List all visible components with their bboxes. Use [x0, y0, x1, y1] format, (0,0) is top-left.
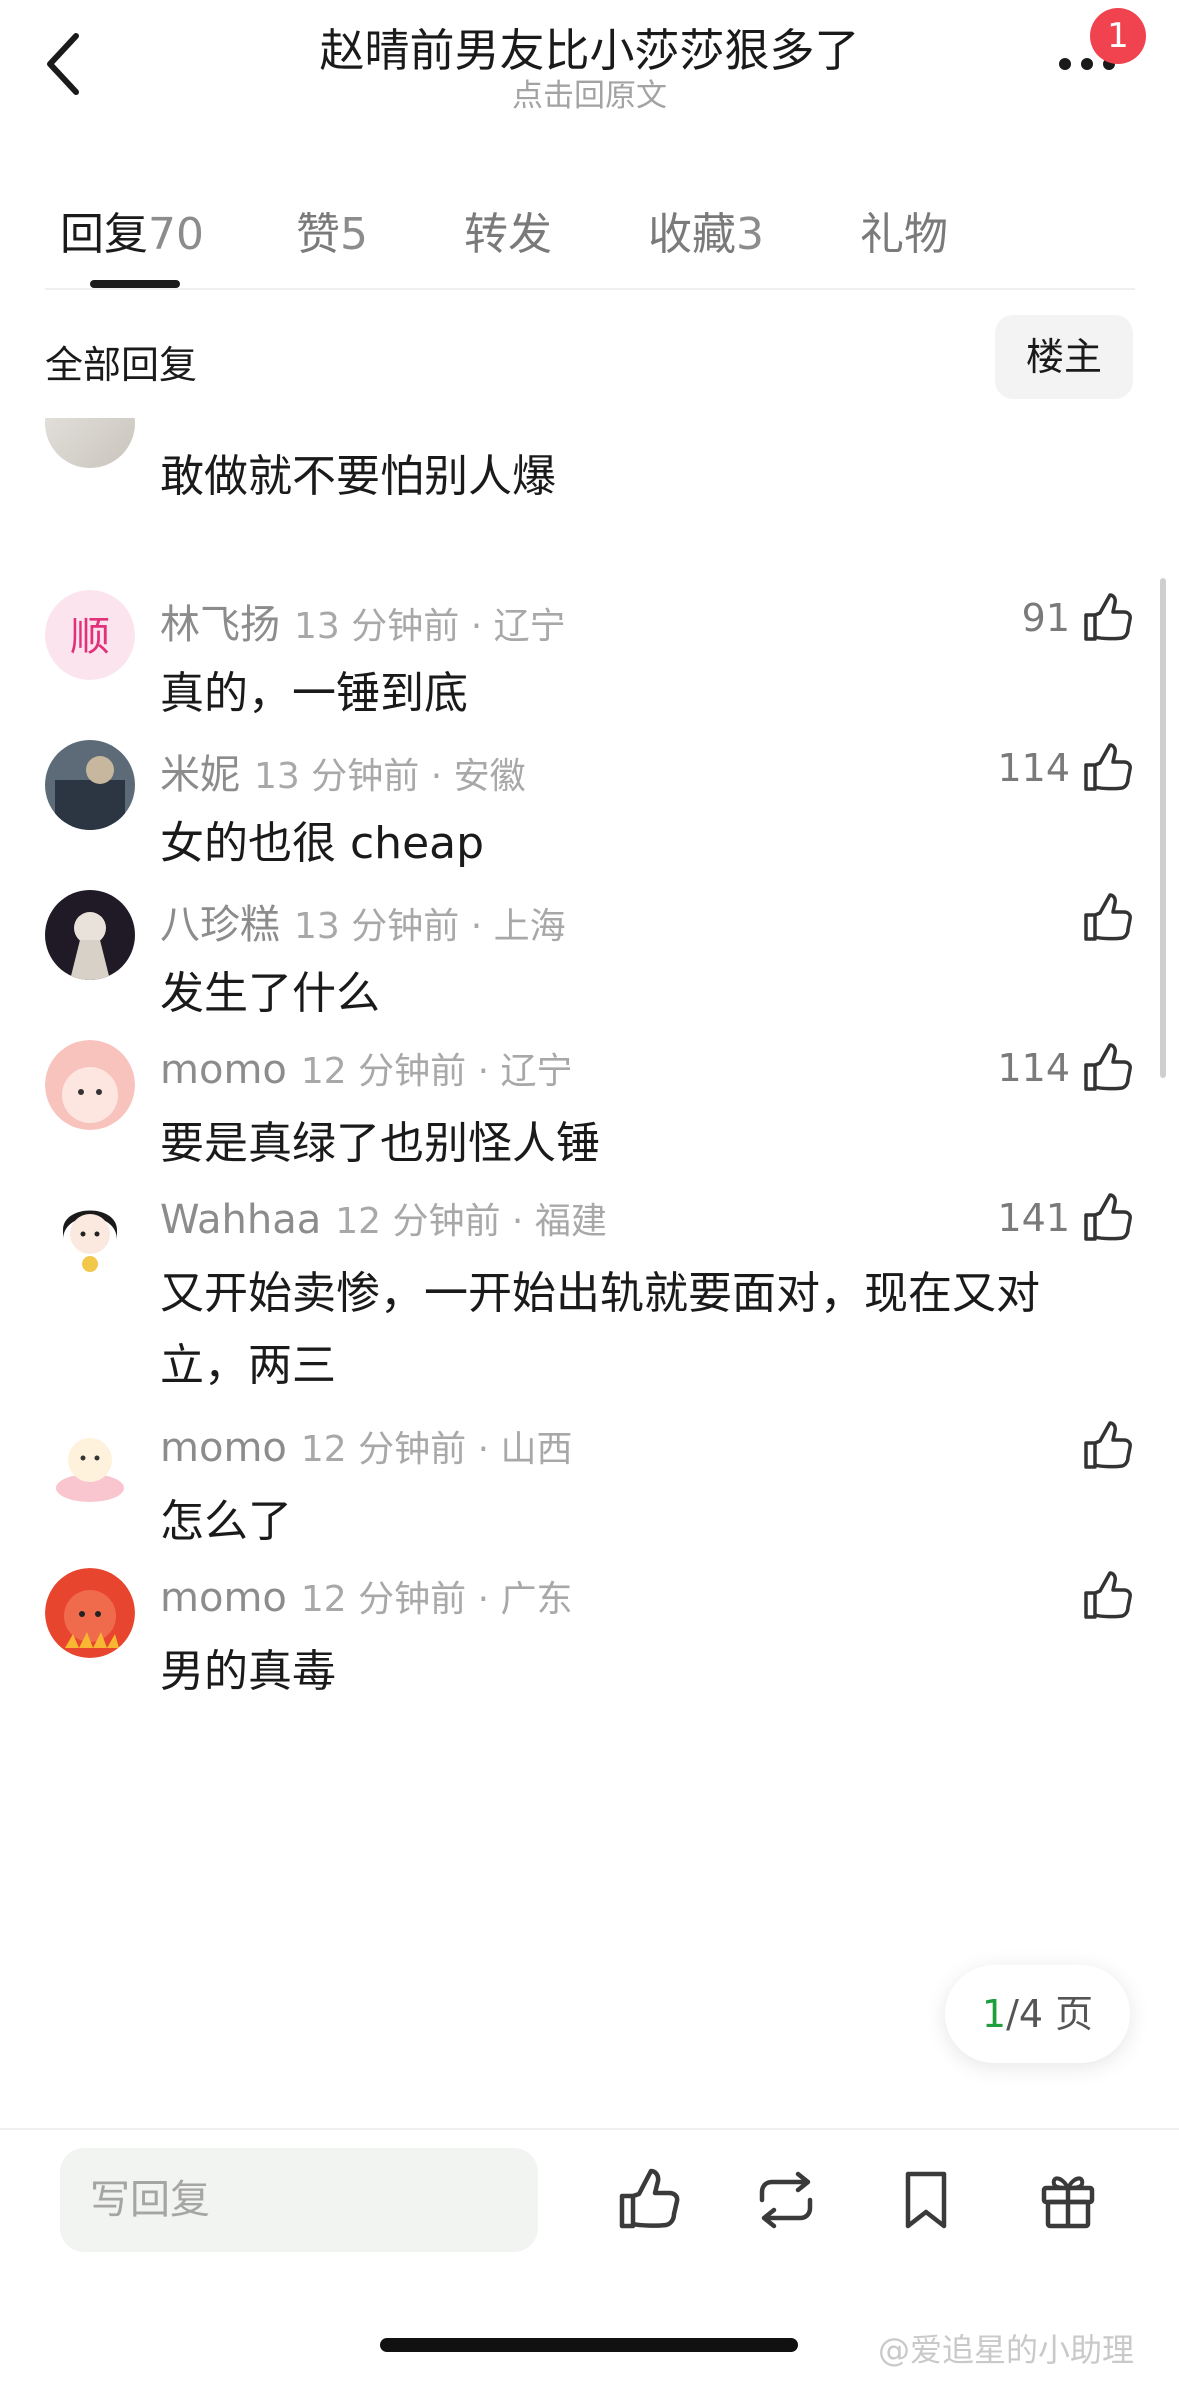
- avatar-image: 顺: [45, 590, 135, 680]
- tab-label: 赞: [296, 209, 340, 260]
- active-tab-indicator: [90, 280, 180, 288]
- like-button[interactable]: [1070, 1416, 1134, 1476]
- avatar[interactable]: [45, 740, 135, 830]
- timestamp-location: 12 分钟前 · 广东: [300, 1579, 573, 1620]
- thumbs-up-icon[interactable]: [614, 2166, 682, 2234]
- username[interactable]: momo: [160, 1575, 287, 1621]
- username[interactable]: 八珍糕: [160, 902, 280, 948]
- comment-content[interactable]: 男的真毒: [160, 1636, 1120, 1708]
- like-count: 114: [997, 746, 1070, 790]
- avatar[interactable]: [45, 1040, 135, 1130]
- divider: [45, 288, 1135, 290]
- like-button[interactable]: 114: [997, 738, 1134, 798]
- avatar[interactable]: [45, 890, 135, 980]
- author-only-filter-button[interactable]: 楼主: [995, 315, 1133, 399]
- comment-meta: 米妮 13 分钟前 · 安徽: [160, 742, 526, 800]
- watermark: @爱追星的小助理: [878, 2331, 1135, 2369]
- comment-content: 敢做就不要怕别人爆: [160, 451, 556, 502]
- thumbs-up-icon: [1084, 893, 1132, 941]
- like-count: 141: [997, 1196, 1070, 1240]
- tab-label: 回复: [60, 209, 148, 260]
- comment-content[interactable]: 又开始卖惨，一开始出轨就要面对，现在又对立，两三: [160, 1258, 1120, 1402]
- tab-likes[interactable]: 赞5: [296, 198, 368, 262]
- tab-replies[interactable]: 回复70: [60, 198, 204, 262]
- bookmark-icon[interactable]: [892, 2166, 960, 2234]
- notification-badge: 1: [1090, 8, 1146, 64]
- like-button[interactable]: 141: [997, 1188, 1134, 1248]
- thumbs-up-icon: [1084, 1193, 1132, 1241]
- tab-gifts[interactable]: 礼物: [860, 198, 948, 262]
- svg-text:顺: 顺: [70, 614, 110, 660]
- tab-label: 转发: [464, 209, 552, 260]
- tab-count: 3: [736, 209, 764, 260]
- comment-meta: momo 12 分钟前 · 山西: [160, 1420, 572, 1472]
- avatar-image: [45, 1040, 135, 1130]
- scrollbar-thumb[interactable]: [1160, 578, 1166, 1078]
- comment-meta: momo 12 分钟前 · 辽宁: [160, 1042, 572, 1094]
- thumbs-up-icon: [1084, 743, 1132, 791]
- timestamp-location: 13 分钟前 · 安徽: [254, 756, 526, 797]
- avatar[interactable]: [45, 1418, 135, 1508]
- gift-icon[interactable]: [1034, 2166, 1102, 2234]
- comment-content[interactable]: 女的也很 cheap: [160, 808, 1120, 880]
- thumbs-up-icon: [1084, 1571, 1132, 1619]
- like-count: 114: [997, 1046, 1070, 1090]
- username[interactable]: 米妮: [160, 752, 240, 798]
- like-button[interactable]: 91: [1022, 588, 1134, 648]
- comment-meta: momo 12 分钟前 · 广东: [160, 1570, 572, 1622]
- comment-content[interactable]: 怎么了: [160, 1486, 1120, 1558]
- timestamp-location: 12 分钟前 · 福建: [335, 1201, 607, 1242]
- avatar-image: [45, 1418, 135, 1508]
- post-tabs: 回复70 赞5 转发 收藏3 礼物: [0, 190, 1179, 290]
- avatar[interactable]: [45, 418, 135, 468]
- tab-reposts[interactable]: 转发: [464, 198, 552, 262]
- timestamp-location: 12 分钟前 · 辽宁: [300, 1051, 573, 1092]
- tab-count: 70: [148, 209, 204, 260]
- thumbs-up-icon: [1084, 1043, 1132, 1091]
- total-pages: /4 页: [1006, 1992, 1094, 2036]
- tab-label: 礼物: [860, 209, 948, 260]
- like-button[interactable]: [1070, 1566, 1134, 1626]
- reply-input[interactable]: 写回复: [60, 2148, 538, 2252]
- all-replies-heading: 全部回复: [45, 343, 198, 387]
- timestamp-location: 12 分钟前 · 山西: [300, 1429, 573, 1470]
- username[interactable]: momo: [160, 1425, 287, 1471]
- comment-meta: 林飞扬 13 分钟前 · 辽宁: [160, 592, 566, 650]
- thumbs-up-icon: [1084, 593, 1132, 641]
- tab-label: 收藏: [648, 209, 736, 260]
- home-indicator[interactable]: [380, 2338, 798, 2352]
- avatar[interactable]: [45, 1190, 135, 1280]
- top-nav-bar: 赵晴前男友比小莎莎狠多了 点击回原文 1: [0, 0, 1179, 130]
- thumbs-up-icon: [1084, 1421, 1132, 1469]
- avatar[interactable]: 顺: [45, 590, 135, 680]
- repost-icon[interactable]: [752, 2166, 820, 2234]
- timestamp-location: 13 分钟前 · 上海: [294, 906, 566, 947]
- avatar-image: [45, 890, 135, 980]
- comment-content[interactable]: 要是真绿了也别怪人锤: [160, 1108, 1120, 1180]
- username[interactable]: 林飞扬: [160, 602, 280, 648]
- avatar-image: [45, 1190, 135, 1280]
- tab-favorites[interactable]: 收藏3: [648, 198, 764, 262]
- current-page: 1: [981, 1992, 1007, 2036]
- comment-content[interactable]: 发生了什么: [160, 958, 1120, 1030]
- avatar-image: [45, 1568, 135, 1658]
- username[interactable]: momo: [160, 1047, 287, 1093]
- like-button[interactable]: [1070, 888, 1134, 948]
- tab-count: 5: [340, 209, 368, 260]
- page-indicator[interactable]: 1/4 页: [945, 1965, 1130, 2063]
- avatar[interactable]: [45, 1568, 135, 1658]
- timestamp-location: 13 分钟前 · 辽宁: [294, 606, 566, 647]
- like-button[interactable]: 114: [997, 1038, 1134, 1098]
- comment-list[interactable]: 敢做就不要怕别人爆 顺 林飞扬 13 分钟前 · 辽宁 真的，一锤到底 91 米…: [0, 418, 1179, 2128]
- comment-meta: 八珍糕 13 分钟前 · 上海: [160, 892, 566, 950]
- back-to-original-link[interactable]: 点击回原文: [0, 70, 1179, 115]
- comment-meta: Wahhaa 12 分钟前 · 福建: [160, 1192, 607, 1244]
- comment-content[interactable]: 真的，一锤到底: [160, 658, 1120, 730]
- avatar-image: [45, 740, 135, 830]
- username[interactable]: Wahhaa: [160, 1197, 321, 1243]
- like-count: 91: [1021, 596, 1070, 640]
